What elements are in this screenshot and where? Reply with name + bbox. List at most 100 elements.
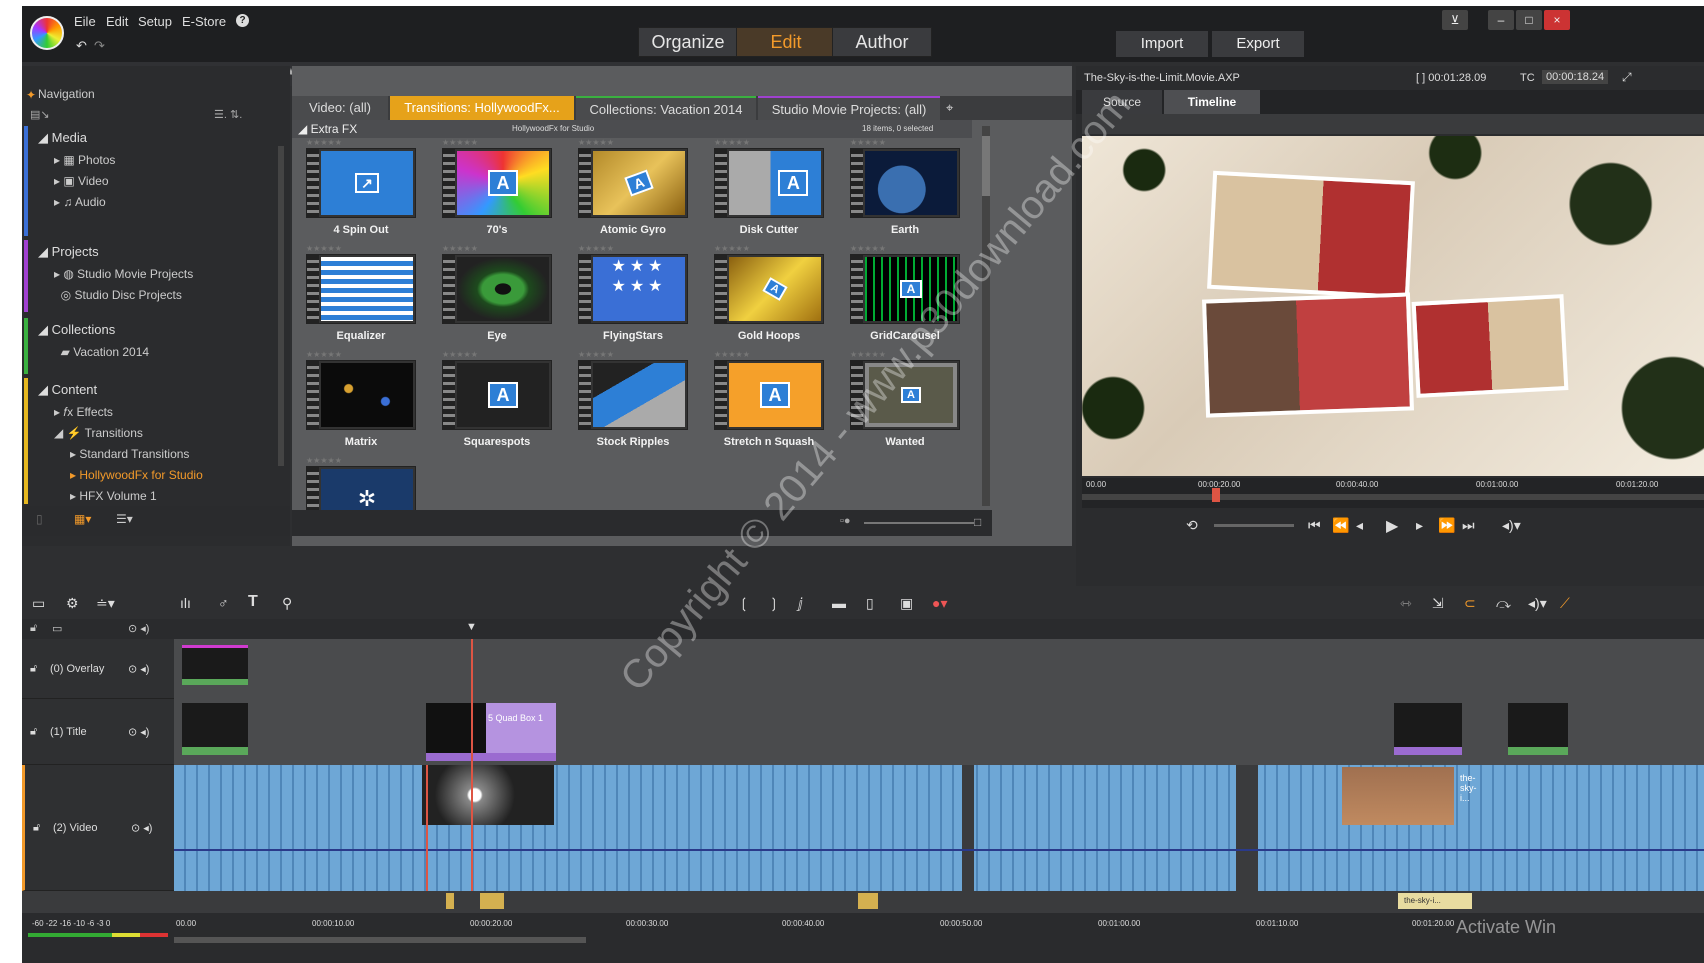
- nav-hfx-volume-1[interactable]: ▸ HFX Volume 1: [28, 486, 284, 507]
- audio-clip-end[interactable]: the-sky-i...: [1398, 893, 1472, 909]
- go-start-icon[interactable]: ⏮: [1308, 517, 1321, 534]
- lock-icon[interactable]: 🔓︎: [33, 821, 40, 834]
- nav-tree-icon[interactable]: ▤↘: [30, 108, 50, 121]
- content-title[interactable]: ◢ Content: [28, 378, 284, 402]
- zoom-max-icon[interactable]: □: [974, 515, 981, 529]
- split-icon[interactable]: ⅉ: [798, 595, 803, 612]
- nav-studio-movie-projects[interactable]: ▸ ◍ Studio Movie Projects: [28, 264, 284, 285]
- pin-icon[interactable]: ✦: [26, 88, 36, 102]
- thumb-70s[interactable]: ★★★★★ A 70's: [442, 138, 552, 236]
- thumb-atomic-gyro[interactable]: ★★★★★ A Atomic Gyro: [578, 138, 688, 236]
- trash-icon[interactable]: ▯: [36, 512, 43, 526]
- visibility-all-icon[interactable]: ⊙ ◂): [128, 622, 149, 635]
- overlay-clip[interactable]: [182, 645, 248, 685]
- title-clip-1[interactable]: [182, 703, 248, 755]
- marker-icon[interactable]: ●▾: [932, 595, 947, 612]
- timeline-playhead-line[interactable]: [471, 639, 473, 891]
- thumb-stretch-n-squash[interactable]: ★★★★★ A Stretch n Squash: [714, 350, 824, 448]
- app-logo[interactable]: [30, 16, 64, 50]
- insert-mode-icon[interactable]: ⤼: [1496, 595, 1511, 612]
- fullscreen-icon[interactable]: ⤢: [1622, 70, 1632, 85]
- storyboard-view-icon[interactable]: ▬: [832, 595, 846, 611]
- title-clip-4[interactable]: [1508, 703, 1568, 755]
- nav-studio-disc-projects[interactable]: ◎ Studio Disc Projects: [28, 285, 284, 306]
- tab-collections-vacation[interactable]: Collections: Vacation 2014: [576, 96, 756, 120]
- thumb-earth[interactable]: ★★★★★ Earth: [850, 138, 960, 236]
- track-title[interactable]: [174, 699, 1704, 765]
- tab-video-all[interactable]: Video: (all): [292, 96, 388, 120]
- magnet-icon[interactable]: ⇿: [1400, 595, 1412, 612]
- maximize-button[interactable]: □: [1516, 10, 1542, 30]
- scrub-audio-icon[interactable]: ◂)▾: [1528, 595, 1547, 612]
- nav-standard-transitions[interactable]: ▸ Standard Transitions: [28, 444, 284, 465]
- audio-track[interactable]: [174, 891, 1704, 913]
- collections-title[interactable]: ◢ Collections: [28, 318, 284, 342]
- thumb-squarespots[interactable]: ★★★★★ A Squarespots: [442, 350, 552, 448]
- sort-icon[interactable]: ☰. ⇅.: [214, 108, 242, 121]
- grid-view-icon[interactable]: ▦▾: [74, 512, 91, 526]
- thumb-size-slider[interactable]: [864, 522, 974, 524]
- track-overlay-header[interactable]: 🔓︎ (0) Overlay ⊙ ◂): [22, 639, 174, 699]
- nav-scrollbar[interactable]: [278, 146, 284, 466]
- thumb-flyingstars[interactable]: ★★★★★ ★★★ ★★★ FlyingStars: [578, 244, 688, 342]
- thumb-disk-cutter[interactable]: ★★★★★ A Disk Cutter: [714, 138, 824, 236]
- lock-icon[interactable]: 🔓︎: [30, 725, 37, 738]
- video-clip-end[interactable]: the-sky-i...: [1342, 767, 1477, 825]
- audio-clip-3[interactable]: [858, 893, 878, 909]
- thumb-stock-ripples[interactable]: ★★★★★ Stock Ripples: [578, 350, 688, 448]
- delete-icon[interactable]: ▯: [866, 595, 874, 612]
- minimize-button[interactable]: –: [1488, 10, 1514, 30]
- thumb-gold-hoops[interactable]: ★★★★★ A Gold Hoops: [714, 244, 824, 342]
- tab-studio-movie-projects[interactable]: Studio Movie Projects: (all): [758, 96, 940, 120]
- nav-audio[interactable]: ▸ ♫ Audio: [28, 192, 284, 213]
- audio-mixer-icon[interactable]: ılı: [180, 595, 191, 611]
- audio-clip-1[interactable]: [446, 893, 454, 909]
- media-title[interactable]: ◢ Media: [28, 126, 284, 150]
- thumb-4-spin-out[interactable]: ★★★★★ ↗ 4 Spin Out: [306, 138, 416, 236]
- nav-video[interactable]: ▸ ▣ Video: [28, 171, 284, 192]
- browser-scrollbar[interactable]: [982, 126, 990, 506]
- shuttle-slider[interactable]: [1214, 524, 1294, 527]
- prev-frame-icon[interactable]: ⏪: [1332, 517, 1349, 534]
- redo-icon[interactable]: ↷: [94, 38, 105, 54]
- track-video-header[interactable]: 🔓︎ (2) Video ⊙ ◂): [22, 765, 174, 891]
- tools-icon[interactable]: ⚙: [66, 595, 79, 612]
- menu-edit[interactable]: Edit: [106, 14, 128, 29]
- scrub-playhead[interactable]: [1212, 488, 1220, 502]
- nav-photos[interactable]: ▸ ▦ Photos: [28, 150, 284, 171]
- audio-clip-2[interactable]: [480, 893, 504, 909]
- pen-icon[interactable]: ⟋: [1560, 595, 1570, 612]
- cart-icon[interactable]: ⊻: [1442, 10, 1468, 30]
- snapshot-icon[interactable]: ▣: [900, 595, 913, 612]
- nav-transitions[interactable]: ◢ ⚡ Transitions: [28, 423, 284, 444]
- smart-movie-icon[interactable]: ⇲: [1432, 595, 1444, 612]
- voiceover-icon[interactable]: ⚲: [282, 595, 292, 612]
- tab-pin-icon[interactable]: ⌖: [946, 100, 953, 116]
- play-icon[interactable]: ▶: [1386, 516, 1398, 536]
- zoom-min-icon[interactable]: ▫●: [840, 515, 851, 527]
- step-back-icon[interactable]: ◂: [1356, 517, 1363, 534]
- track-settings-icon[interactable]: ≐▾: [96, 595, 115, 612]
- visibility-icon[interactable]: ⊙ ◂): [128, 725, 149, 738]
- tab-transitions-hollywoodfx[interactable]: Transitions: HollywoodFx...: [390, 96, 574, 120]
- loop-icon[interactable]: ⟲: [1186, 517, 1198, 534]
- go-end-icon[interactable]: ⏭: [1462, 517, 1475, 534]
- mark-in-icon[interactable]: ❲: [738, 595, 750, 612]
- timecode-display[interactable]: 00:00:18.24: [1542, 70, 1609, 84]
- author-button[interactable]: Author: [832, 27, 932, 57]
- lock-all-icon[interactable]: 🔓︎: [30, 622, 37, 635]
- nav-vacation-2014[interactable]: ▰ Vacation 2014: [28, 342, 284, 363]
- track-title-header[interactable]: 🔓︎ (1) Title ⊙ ◂): [22, 699, 174, 765]
- thumb-equalizer[interactable]: ★★★★★ Equalizer: [306, 244, 416, 342]
- monitor-icon[interactable]: ▭: [52, 622, 62, 635]
- title-clip-quad-box[interactable]: 5 Quad Box 1: [426, 703, 556, 761]
- thumb-matrix[interactable]: ★★★★★ Matrix: [306, 350, 416, 448]
- projects-title[interactable]: ◢ Projects: [28, 240, 284, 264]
- volume-icon[interactable]: ◂)▾: [1502, 517, 1521, 534]
- nav-effects[interactable]: ▸ 𝑓x Effects: [28, 402, 284, 423]
- visibility-icon[interactable]: ⊙ ◂): [128, 662, 149, 675]
- organize-button[interactable]: Organize: [638, 27, 738, 57]
- import-button[interactable]: Import: [1116, 31, 1208, 57]
- list-view-icon[interactable]: ☰▾: [116, 512, 133, 526]
- title-tool-icon[interactable]: T: [248, 593, 258, 611]
